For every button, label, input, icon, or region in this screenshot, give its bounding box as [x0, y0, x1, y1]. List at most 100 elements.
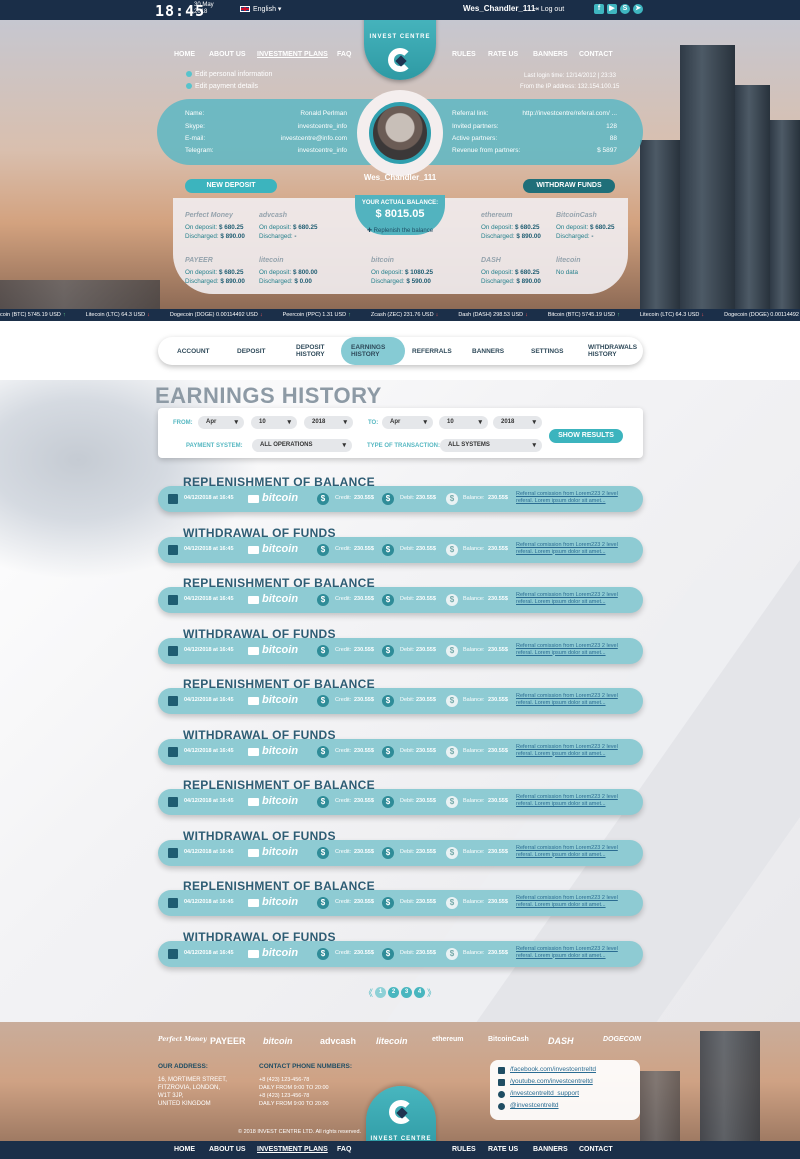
edit-payment-label: Edit payment details: [195, 83, 259, 90]
youtube-link[interactable]: /youtube.com/investcentreltd: [510, 1078, 593, 1085]
skype-icon[interactable]: S: [620, 4, 630, 14]
tab-banners[interactable]: BANNERS: [472, 337, 504, 365]
to-month-select[interactable]: Apr: [382, 416, 433, 429]
nav-faq[interactable]: FAQ: [337, 51, 351, 58]
page-1[interactable]: 1: [375, 987, 386, 998]
record-note-link[interactable]: Referral comission from Lorem223 2 level…: [516, 643, 631, 657]
record-note-link[interactable]: Referral comission from Lorem223 2 level…: [516, 491, 631, 505]
edit-personal-info-link[interactable]: Edit personal information: [186, 71, 272, 78]
page-4[interactable]: 4: [414, 987, 425, 998]
show-results-button[interactable]: SHOW RESULTS: [549, 429, 623, 443]
youtube-icon[interactable]: ▶: [607, 4, 617, 14]
footer-nav-banners[interactable]: BANNERS: [533, 1146, 568, 1153]
wallet-logo: Perfect Money: [185, 212, 233, 219]
payment-system-select[interactable]: ALL OPERATIONS: [252, 439, 352, 452]
skype-link[interactable]: /investcentreltd_support: [510, 1090, 579, 1097]
to-day-select[interactable]: 10: [439, 416, 488, 429]
replenish-link[interactable]: ✚ Replenish the balance: [355, 227, 445, 234]
wallet-icon: [248, 848, 259, 857]
wallet-deposit-label: On deposit:: [259, 224, 292, 231]
footer-nav-faq[interactable]: FAQ: [337, 1146, 351, 1153]
credit-label: Credit:: [335, 545, 352, 552]
nav-rules[interactable]: RULES: [452, 51, 476, 58]
ethereum-logo: ethereum: [432, 1036, 464, 1043]
balance-value: 230.55$: [488, 596, 508, 602]
wallet-discharged-label: Discharged:: [259, 233, 293, 240]
record-note-link[interactable]: Referral comission from Lorem223 2 level…: [516, 895, 631, 909]
facebook-icon[interactable]: f: [594, 4, 604, 14]
debit-label: Debit:: [400, 949, 415, 956]
from-day-select[interactable]: 10: [251, 416, 297, 429]
logo[interactable]: INVEST CENTRE: [364, 20, 436, 80]
withdraw-funds-button[interactable]: WITHDRAW FUNDS: [523, 179, 615, 193]
tab-referrals[interactable]: REFERRALS: [412, 337, 452, 365]
prev-page-icon[interactable]: 《: [364, 986, 373, 999]
footer-nav-about[interactable]: ABOUT US: [209, 1146, 246, 1153]
table-row: 04/12/2018 at 16:45 bitcoin $ Credit: 230.55…: [158, 587, 643, 613]
from-month-select[interactable]: Apr: [198, 416, 244, 429]
record-note-link[interactable]: Referral comission from Lorem223 2 level…: [516, 744, 631, 758]
tab-earnings-history[interactable]: EARNINGS HISTORY: [341, 337, 405, 365]
page-2[interactable]: 2: [388, 987, 399, 998]
facebook-link[interactable]: /facebook.com/investcentreltd: [510, 1066, 596, 1073]
footer-nav-contact[interactable]: CONTACT: [579, 1146, 613, 1153]
tab-deposit-history[interactable]: DEPOSIT HISTORY: [296, 337, 336, 365]
record-note-link[interactable]: Referral comission from Lorem223 2 level…: [516, 794, 631, 808]
language-selector[interactable]: English ▾: [240, 5, 281, 13]
nav-banners[interactable]: BANNERS: [533, 51, 568, 58]
avatar[interactable]: [357, 90, 443, 176]
new-deposit-button[interactable]: NEW DEPOSIT: [185, 179, 277, 193]
wallet-icon: [248, 646, 259, 655]
dollar-coin-icon: $: [382, 644, 394, 657]
top-username[interactable]: Wes_Chandler_111: [463, 4, 535, 13]
page-3[interactable]: 3: [401, 987, 412, 998]
dash-logo: DASH: [548, 1036, 574, 1046]
footer-nav-rules[interactable]: RULES: [452, 1146, 476, 1153]
address-line: W1T 3JP,: [158, 1093, 184, 1099]
logout-link[interactable]: ⇥ Log out: [533, 5, 564, 13]
ticker-text: Litecoin (LTC) 64.3 USD: [85, 312, 146, 318]
phone-block: +8 (423) 123-456-78 DAILY FROM 9:00 TO 2…: [259, 1076, 329, 1108]
footer-nav-investment-plans[interactable]: INVESTMENT PLANS: [257, 1146, 328, 1153]
ticker-item: Dogecoin (DOGE) 0.00114492 USD↓: [170, 312, 273, 318]
wallet-discharged: Discharged: $ 890.00: [481, 233, 541, 240]
nav-investment-plans[interactable]: INVESTMENT PLANS: [257, 51, 328, 58]
to-year-select[interactable]: 2018: [493, 416, 542, 429]
dollar-coin-icon: $: [446, 493, 458, 505]
nav-rate-us[interactable]: RATE US: [488, 51, 518, 58]
record-note-link[interactable]: Referral comission from Lorem223 2 level…: [516, 693, 631, 707]
dollar-coin-icon: $: [382, 796, 394, 808]
telegram-link[interactable]: @investcentreltd: [510, 1102, 559, 1109]
tab-account[interactable]: ACCOUNT: [177, 337, 210, 365]
debit-value: 230.55$: [416, 949, 436, 956]
nav-about[interactable]: ABOUT US: [209, 51, 246, 58]
balance-label: Balance:: [463, 949, 485, 956]
wallet-icon: [248, 596, 259, 604]
dollar-coin-icon: $: [446, 594, 458, 606]
from-year-select[interactable]: 2018: [304, 416, 353, 429]
wallet-deposit: On deposit: $ 680.25: [185, 269, 243, 276]
balance-value: 230.55$: [488, 949, 508, 956]
dollar-coin-icon: $: [446, 897, 458, 909]
tab-withdrawals-history[interactable]: WITHDRAWALS HISTORY: [588, 337, 638, 365]
transaction-type-select[interactable]: ALL SYSTEMS: [440, 439, 542, 452]
footer-nav-rate-us[interactable]: RATE US: [488, 1146, 518, 1153]
facebook-icon: [498, 1067, 505, 1074]
tab-settings[interactable]: SETTINGS: [531, 337, 564, 365]
next-page-icon[interactable]: 》: [427, 986, 436, 999]
record-note-link[interactable]: Referral comission from Lorem223 2 level…: [516, 592, 631, 606]
nav-contact[interactable]: CONTACT: [579, 51, 613, 58]
record-note-link[interactable]: Referral comission from Lorem223 2 level…: [516, 542, 631, 556]
tab-deposit[interactable]: DEPOSIT: [237, 337, 266, 365]
name-label: Name:: [185, 110, 205, 117]
record-note-link[interactable]: Referral comission from Lorem223 2 level…: [516, 946, 631, 960]
referral-link-value[interactable]: http://investcentre/referal.com/ ...: [497, 110, 617, 117]
telegram-icon[interactable]: ➤: [633, 4, 643, 14]
balance-value: 230.55$: [488, 495, 508, 501]
arrow-down-icon: ↓: [525, 312, 528, 318]
record-note-link[interactable]: Referral comission from Lorem223 2 level…: [516, 845, 631, 859]
nav-home[interactable]: HOME: [174, 51, 195, 58]
wallet-no-data: No data: [556, 269, 579, 276]
edit-payment-details-link[interactable]: Edit payment details: [186, 83, 258, 90]
footer-nav-home[interactable]: HOME: [174, 1146, 195, 1153]
